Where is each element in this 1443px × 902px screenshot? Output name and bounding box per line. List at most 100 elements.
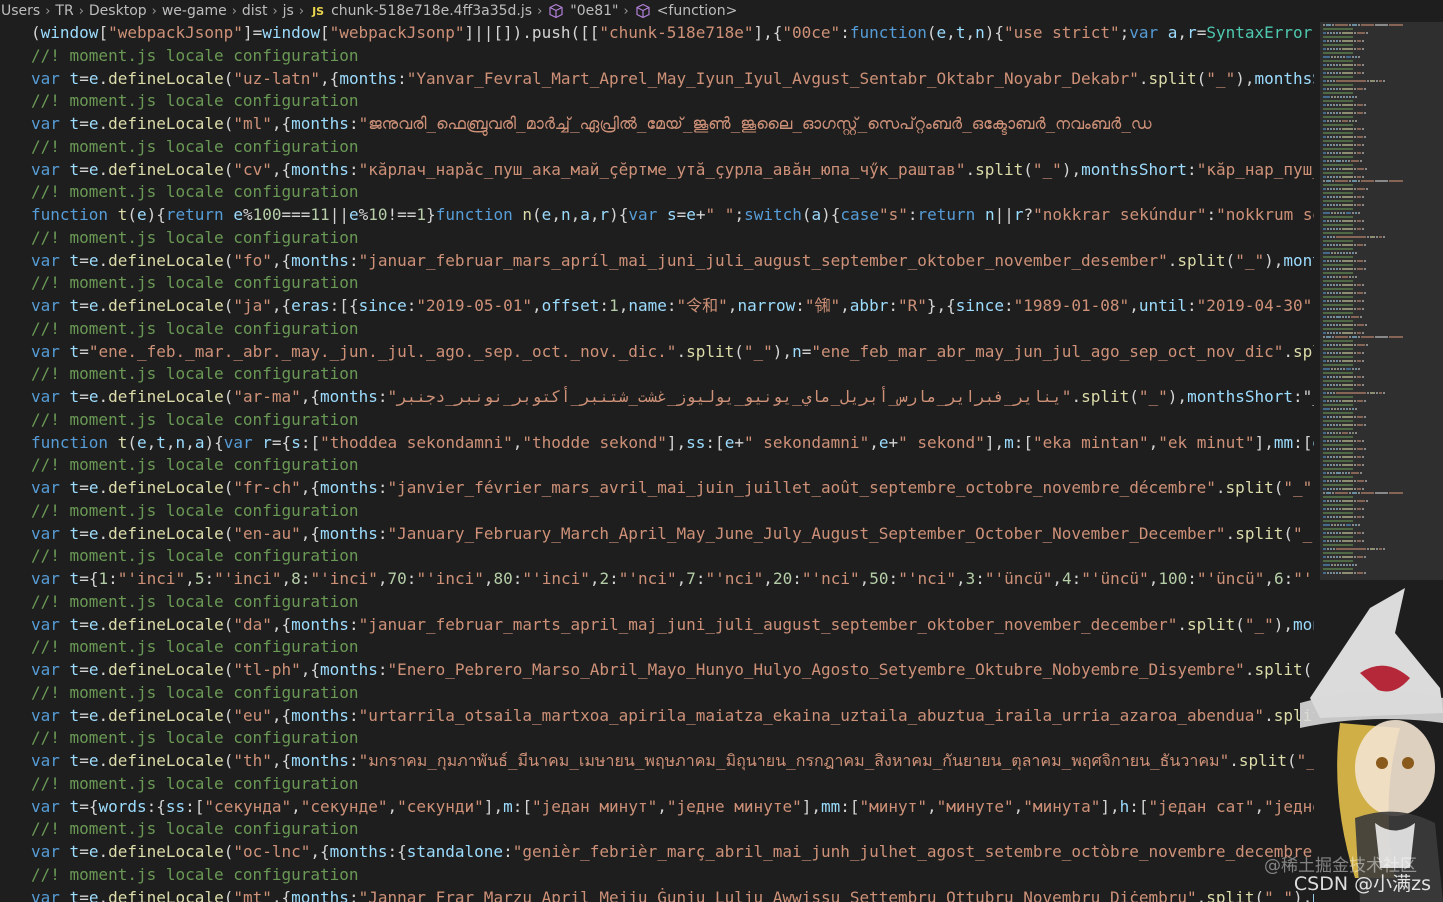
code-line[interactable]: var t=e.defineLocale("ar-ma",{months:"ين… [31, 386, 1314, 408]
minimap-line [1336, 136, 1338, 138]
code-line[interactable]: var t=e.defineLocale("oc-lnc",{months:{s… [31, 841, 1314, 863]
minimap-line [1323, 176, 1326, 178]
minimap-line [1340, 408, 1342, 410]
code-token: "eka mintan" [1033, 432, 1149, 452]
code-line[interactable]: //! moment.js locale configuration [31, 591, 359, 613]
breadcrumb-item-tr[interactable]: TR [54, 3, 74, 19]
code-line[interactable]: //! moment.js locale configuration [31, 181, 359, 203]
code-token: var [31, 842, 60, 861]
code-line[interactable]: //! moment.js locale configuration [31, 454, 359, 476]
minimap-line [1323, 468, 1353, 470]
code-token: , [1264, 569, 1274, 588]
code-token: . [98, 114, 109, 133]
code-line[interactable]: var t=e.defineLocale("uz-latn",{months:"… [31, 68, 1314, 90]
code-line[interactable]: //! moment.js locale configuration [31, 136, 359, 158]
code-line[interactable]: //! moment.js locale configuration [31, 45, 359, 67]
code-line[interactable]: function t(e,t,n,a){var r={s:["thoddea s… [31, 432, 1314, 454]
code-line[interactable]: (window["webpackJsonp"]=window["webpackJ… [31, 22, 1314, 44]
code-line[interactable]: //! moment.js locale configuration [31, 409, 359, 431]
minimap-line [1370, 392, 1375, 394]
breadcrumb-symbol-function[interactable]: <function> [656, 3, 739, 19]
minimap-line [1330, 128, 1332, 130]
code-line[interactable]: //! moment.js locale configuration [31, 727, 359, 749]
minimap-line [1323, 416, 1326, 418]
code-line[interactable]: var t={1:"'inci",5:"'inci",8:"'inci",70:… [31, 568, 1314, 590]
minimap-line [1330, 220, 1332, 222]
code-token: ,{ [271, 705, 292, 725]
code-line[interactable]: //! moment.js locale configuration [31, 864, 359, 886]
minimap-line [1349, 180, 1351, 182]
code-line[interactable]: //! moment.js locale configuration [31, 318, 359, 340]
code-token: defineLocale [108, 114, 224, 133]
minimap[interactable] [1320, 22, 1443, 580]
breadcrumb-symbol-module[interactable]: "0e81" [569, 3, 619, 19]
minimap-line [1334, 564, 1336, 566]
minimap-line [1334, 56, 1336, 58]
code-line[interactable]: //! moment.js locale configuration [31, 272, 359, 294]
code-line[interactable]: function t(e){return e%100===11||e%10!==… [31, 204, 1314, 226]
code-line[interactable]: //! moment.js locale configuration [31, 500, 359, 522]
minimap-line [1361, 24, 1374, 26]
code-token: t [69, 296, 80, 315]
minimap-line [1346, 408, 1348, 410]
code-line[interactable]: var t=e.defineLocale("da",{months:"janua… [31, 614, 1314, 636]
breadcrumb-item-users[interactable]: Users [0, 3, 41, 19]
minimap-line [1323, 420, 1353, 422]
code-line[interactable]: //! moment.js locale configuration [31, 682, 359, 704]
minimap-line [1327, 572, 1329, 574]
minimap-line [1327, 136, 1329, 138]
code-line[interactable]: //! moment.js locale configuration [31, 227, 359, 249]
code-line[interactable]: //! moment.js locale configuration [31, 545, 359, 567]
minimap-line [1357, 532, 1361, 534]
minimap-line [1357, 500, 1365, 502]
code-line[interactable]: //! moment.js locale configuration [31, 818, 359, 840]
minimap-line [1339, 72, 1341, 74]
minimap-line [1323, 128, 1326, 130]
code-line[interactable]: //! moment.js locale configuration [31, 636, 359, 658]
minimap-line [1323, 424, 1326, 426]
code-token: . [98, 887, 109, 902]
code-token: "th" [233, 751, 272, 770]
minimap-line [1327, 40, 1329, 42]
code-token: ], [483, 796, 504, 816]
minimap-line [1323, 308, 1326, 310]
minimap-line [1327, 456, 1329, 458]
code-line[interactable]: //! moment.js locale configuration [31, 90, 359, 112]
code-line[interactable]: var t=e.defineLocale("en-au",{months:"Ja… [31, 523, 1314, 545]
code-line[interactable]: //! moment.js locale configuration [31, 773, 359, 795]
minimap-line [1323, 64, 1326, 66]
code-line[interactable]: var t=e.defineLocale("fo",{months:"janua… [31, 250, 1314, 272]
code-token: //! moment.js locale configuration [31, 819, 359, 839]
code-line[interactable]: var t={words:{ss:["секунда","секунде","с… [31, 796, 1314, 818]
breadcrumb-item-desktop[interactable]: Desktop [88, 3, 148, 19]
code-line[interactable]: var t=e.defineLocale("ja",{eras:[{since:… [31, 295, 1314, 317]
code-token: ={ [79, 796, 99, 816]
code-token: t [69, 842, 80, 861]
breadcrumb-item-dist[interactable]: dist [241, 3, 269, 19]
minimap-line [1327, 276, 1329, 278]
code-line[interactable]: var t=e.defineLocale("ml",{months:"ജനുവര… [31, 113, 1152, 135]
code-token: :[ [1293, 432, 1313, 452]
breadcrumb-item-js[interactable]: js [282, 3, 295, 19]
code-line[interactable]: var t=e.defineLocale("fr-ch",{months:"ja… [31, 477, 1314, 499]
code-line[interactable]: var t=e.defineLocale("cv",{months:"кӑрла… [31, 159, 1314, 181]
minimap-line [1330, 448, 1332, 450]
code-line[interactable]: var t=e.defineLocale("mt",{months:"Janna… [31, 887, 1314, 902]
code-line[interactable]: var t=e.defineLocale("th",{months:"มกราค… [31, 750, 1314, 772]
minimap-line [1342, 40, 1353, 42]
minimap-line [1354, 400, 1356, 402]
code-editor[interactable]: (window["webpackJsonp"]=window["webpackJ… [0, 22, 1314, 902]
code-line[interactable]: var t=e.defineLocale("tl-ph",{months:"En… [31, 659, 1314, 681]
code-token: : [1071, 569, 1082, 588]
code-line[interactable]: var t=e.defineLocale("eu",{months:"urtar… [31, 705, 1314, 727]
code-line[interactable]: //! moment.js locale configuration [31, 363, 359, 385]
minimap-line [1354, 332, 1356, 334]
minimap-line [1354, 540, 1356, 542]
minimap-line [1327, 220, 1329, 222]
breadcrumb-file[interactable]: chunk-518e718e.4ff3a35d.js [330, 3, 533, 19]
minimap-line [1354, 508, 1356, 510]
code-token: ,{ [300, 387, 321, 406]
code-token: defineLocale [108, 660, 224, 679]
breadcrumb-item-we-game[interactable]: we-game [161, 3, 228, 19]
code-line[interactable]: var t="ene._feb._mar._abr._may._jun._jul… [31, 341, 1314, 363]
